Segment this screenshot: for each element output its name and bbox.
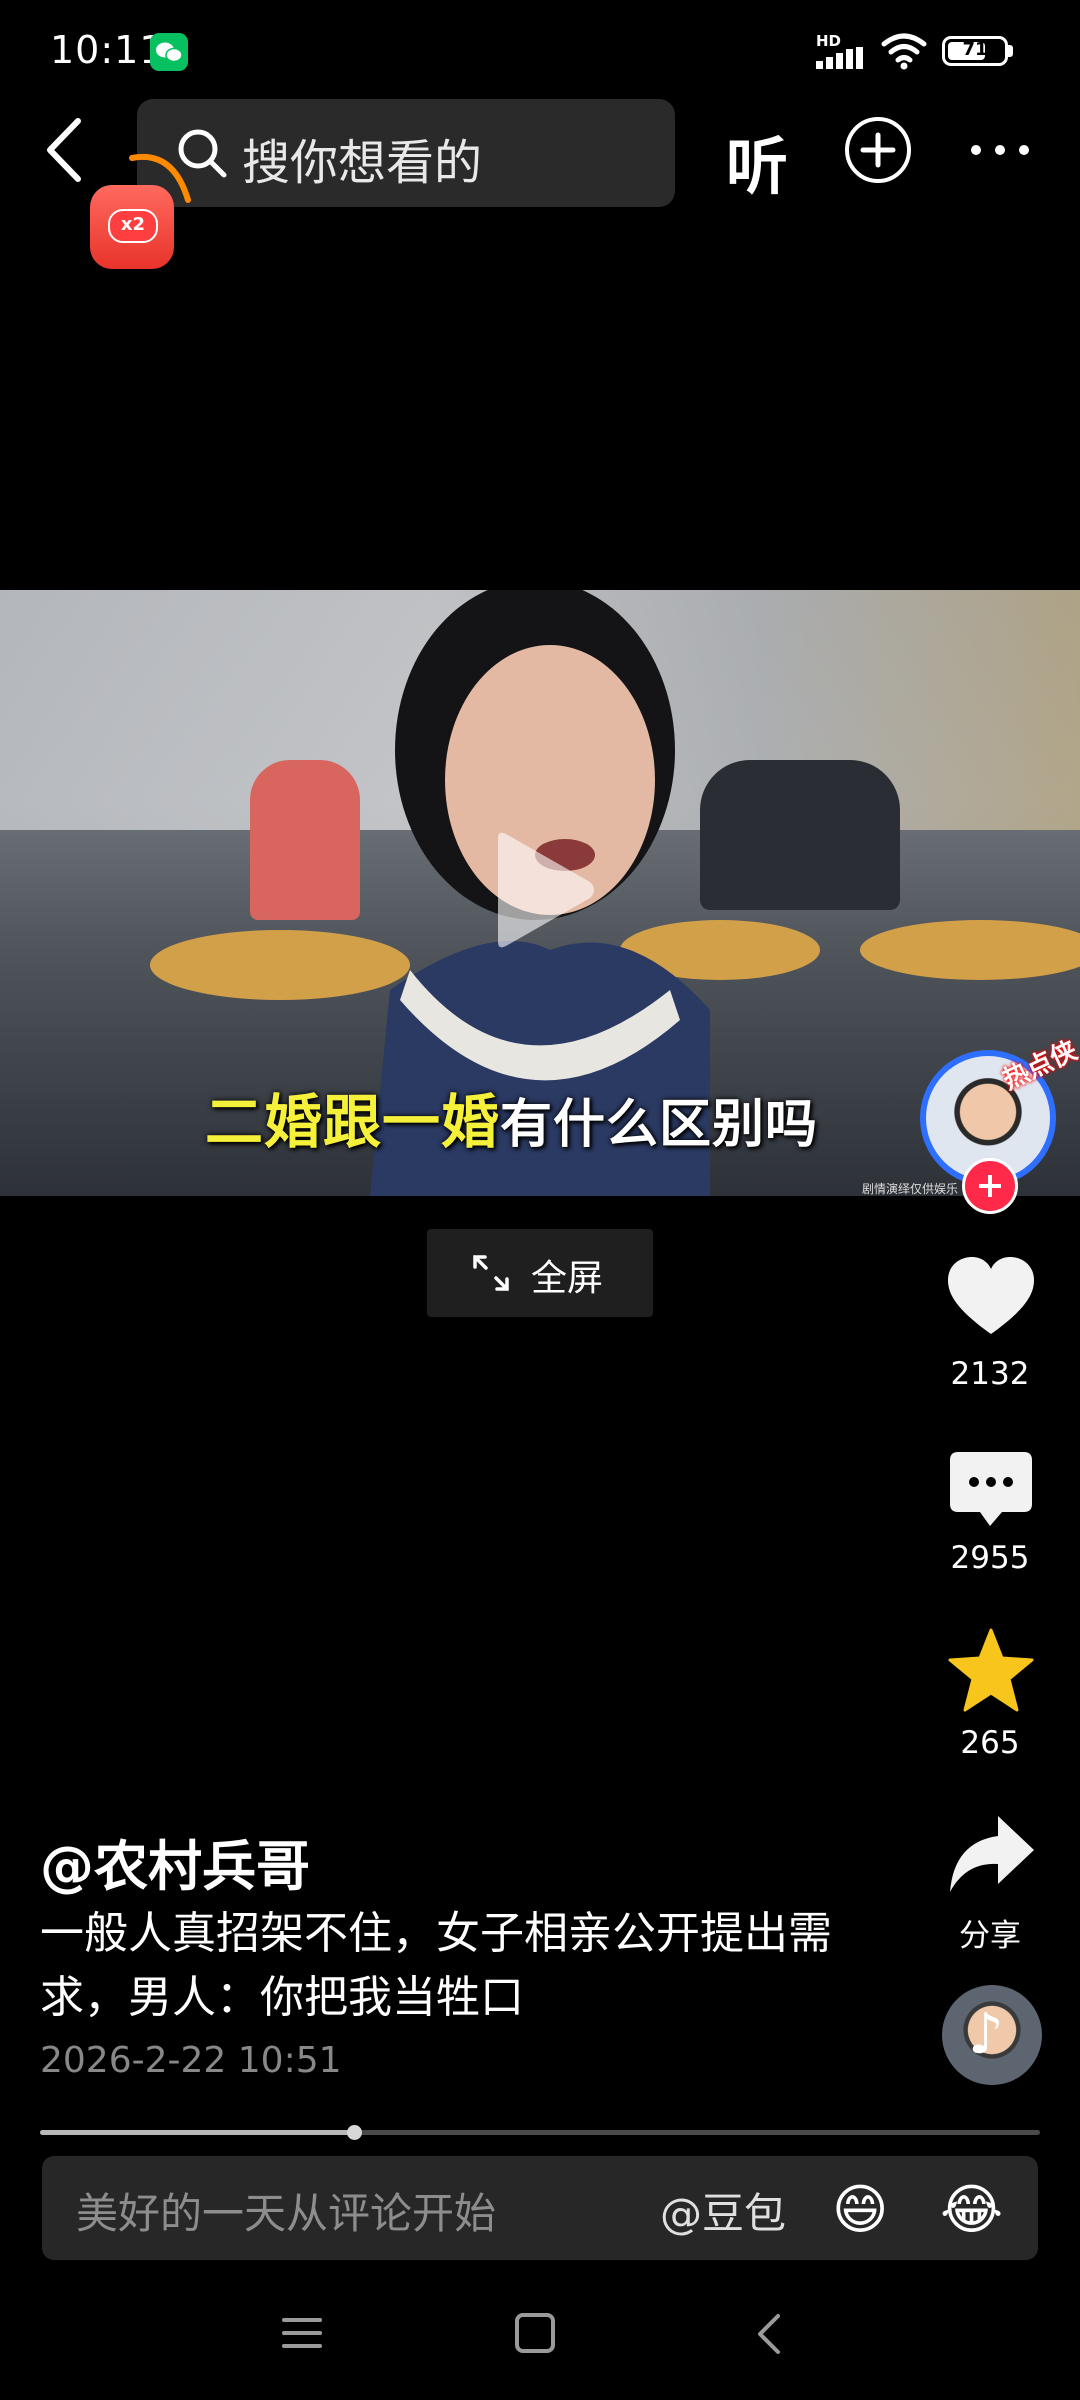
system-back-button[interactable] xyxy=(754,2312,784,2356)
comment-input[interactable]: 美好的一天从评论开始 xyxy=(76,2180,496,2241)
plus-icon xyxy=(860,132,896,168)
status-bar: 10:11 HD 71 xyxy=(0,0,1080,100)
fullscreen-label: 全屏 xyxy=(531,1258,604,1299)
battery-icon: 71 xyxy=(942,36,1008,66)
comment-bar: 美好的一天从评论开始 @豆包 😄 😂 xyxy=(42,2156,1038,2260)
play-icon[interactable] xyxy=(488,830,598,950)
share-arrow-icon[interactable] xyxy=(946,1812,1036,1902)
wechat-notification-icon xyxy=(150,33,188,71)
post-description: 一般人真招架不住，女子相亲公开提出需求，男人：你把我当牲口 xyxy=(40,1908,832,2023)
video-watermark: 剧情演绎仅供娱乐无不良引导 xyxy=(862,1182,959,1196)
red-packet-reward-icon[interactable]: x2 xyxy=(90,185,174,269)
battery-tip xyxy=(1008,45,1013,57)
follow-button[interactable] xyxy=(962,1158,1018,1214)
comment-bubble-icon[interactable] xyxy=(946,1446,1036,1536)
subtitle-highlight: 二婚跟一婚 xyxy=(205,1088,501,1156)
signal-icon xyxy=(816,47,863,69)
video-progress-fill xyxy=(40,2130,354,2135)
more-options-button[interactable] xyxy=(970,140,1030,160)
laugh-cry-emoji-button[interactable]: 😂 xyxy=(940,2178,1003,2241)
status-time: 10:11 xyxy=(50,28,165,72)
like-count: 2132 xyxy=(950,1356,1030,1392)
video-subtitle: 二婚跟一婚有什么区别吗 xyxy=(205,1075,818,1159)
share-label[interactable]: 分享 xyxy=(920,1910,1060,1955)
video-table-right xyxy=(860,920,1080,980)
battery-level-text: 71 xyxy=(962,39,988,60)
author-name[interactable]: @农村兵哥 xyxy=(40,1822,310,1901)
comment-count: 2955 xyxy=(950,1540,1030,1576)
music-note-icon: ♪ xyxy=(968,2002,1004,2067)
fullscreen-button[interactable]: 全屏 xyxy=(427,1229,653,1317)
recent-apps-button[interactable] xyxy=(282,2316,322,2350)
add-button[interactable] xyxy=(845,117,911,183)
subtitle-rest: 有什么区别吗 xyxy=(500,1095,819,1155)
video-progress-bar[interactable] xyxy=(40,2125,1040,2140)
wifi-icon xyxy=(881,33,927,70)
grin-emoji-button[interactable]: 😄 xyxy=(832,2178,888,2241)
video-progress-thumb[interactable] xyxy=(347,2125,362,2140)
home-button[interactable] xyxy=(515,2313,555,2353)
search-box[interactable]: 搜你想看的 xyxy=(137,99,675,207)
favorite-star-icon[interactable] xyxy=(946,1626,1036,1716)
listen-button[interactable]: 听 xyxy=(726,116,788,206)
post-date: 2026-2-22 10:51 xyxy=(40,2040,342,2081)
video-background-person xyxy=(700,760,900,910)
like-heart-icon[interactable] xyxy=(946,1254,1036,1344)
favorite-count: 265 xyxy=(960,1725,1020,1761)
mention-doubao-button[interactable]: @豆包 xyxy=(660,2180,786,2241)
back-button[interactable] xyxy=(38,115,98,185)
expand-icon xyxy=(473,1255,509,1291)
search-placeholder: 搜你想看的 xyxy=(242,135,483,191)
reward-multiplier-badge: x2 xyxy=(108,209,158,243)
video-background-person xyxy=(250,760,360,920)
